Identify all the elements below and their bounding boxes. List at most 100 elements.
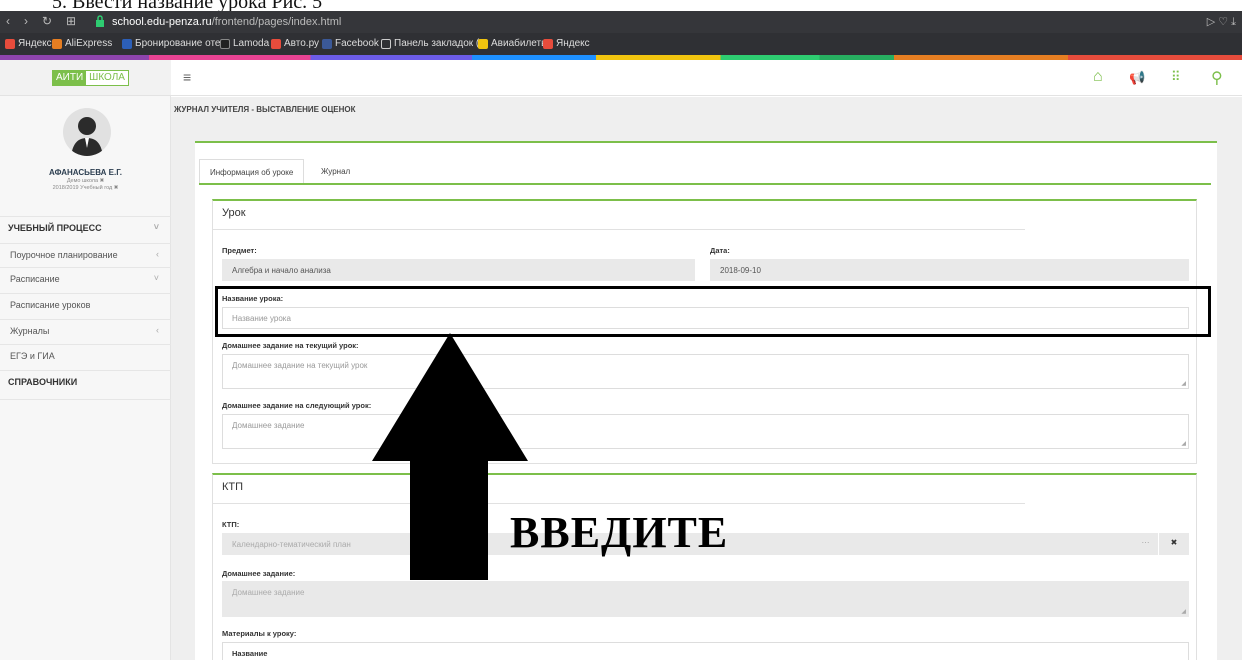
sidebar-item-references[interactable]: СПРАВОЧНИКИ xyxy=(0,370,171,400)
subject-label: Предмет: xyxy=(222,246,257,255)
lesson-card-title: Урок xyxy=(222,207,246,219)
booking-icon xyxy=(122,38,132,49)
plane-icon xyxy=(478,38,488,49)
browser-extension-icons[interactable]: ▷ ♡ ⤓ xyxy=(1207,15,1236,29)
lamoda-icon xyxy=(220,38,230,49)
ktp-label: КТП: xyxy=(222,520,240,529)
chevron-left-icon: ‹ xyxy=(156,325,159,335)
bookmark-folder[interactable]: Панель закладок ( xyxy=(381,38,479,49)
sidebar-item-label: Расписание xyxy=(10,274,60,284)
app-topbar: ≡ ⌂ 📢 ⠿ ⚲ xyxy=(171,60,1242,96)
megaphone-icon[interactable]: 📢 xyxy=(1129,70,1145,86)
ktp-card: КТП КТП: Календарно-тематический план ··… xyxy=(212,473,1197,660)
url-path: /frontend/pages/index.html xyxy=(211,16,342,28)
up-arrow-icon xyxy=(372,333,528,580)
avatar xyxy=(63,108,111,156)
document-caption: 5. Ввести название урока Рис. 5 xyxy=(0,0,1242,11)
reload-icon[interactable]: ↻ xyxy=(42,14,52,28)
bookmark-label: Facebook xyxy=(335,38,379,49)
app-logo[interactable]: АИТИ ШКОЛА xyxy=(52,70,129,86)
divider xyxy=(213,503,1025,504)
sidebar-item-learning-process[interactable]: УЧЕБНЫЙ ПРОЦЕСС ˅ xyxy=(0,216,171,238)
sidebar-item-lesson-planning[interactable]: Поурочное планирование ‹ xyxy=(0,243,171,265)
folder-icon xyxy=(381,38,391,49)
ktp-hw-textarea[interactable]: Домашнее задание ◢ xyxy=(222,581,1189,617)
tab-lesson-info[interactable]: Информация об уроке xyxy=(199,159,305,185)
lesson-name-input[interactable]: Название урока xyxy=(222,307,1189,329)
chevron-left-icon: ‹ xyxy=(156,249,159,259)
bookmark-aviabilety[interactable]: Авиабилеты xyxy=(478,38,548,49)
ktp-browse-button[interactable]: ··· xyxy=(1133,533,1158,555)
subject-field[interactable]: Алгебра и начало анализа xyxy=(222,259,695,281)
lesson-card: Урок Предмет: Алгебра и начало анализа Д… xyxy=(212,199,1197,464)
sidebar-item-schedule[interactable]: Расписание ˅ xyxy=(0,267,171,289)
address-bar[interactable]: school.edu-penza.ru/frontend/pages/index… xyxy=(112,16,341,28)
hw-current-textarea[interactable]: Домашнее задание на текущий урок ◢ xyxy=(222,354,1189,389)
sidebar-item-journals[interactable]: Журналы ‹ xyxy=(0,319,171,341)
bookmark-facebook[interactable]: Facebook xyxy=(322,38,379,49)
hw-next-label: Домашнее задание на следующий урок: xyxy=(222,401,372,410)
materials-label: Материалы к уроку: xyxy=(222,629,297,638)
sidebar-item-label: УЧЕБНЫЙ ПРОЦЕСС xyxy=(8,223,102,233)
hw-current-placeholder: Домашнее задание на текущий урок xyxy=(232,361,368,370)
yandex-icon xyxy=(5,38,15,49)
apps-icon[interactable]: ⠿ xyxy=(1171,69,1181,85)
sidebar-item-label: Журналы xyxy=(10,326,50,336)
school-year[interactable]: 2018/2019 Учебный год ✖ xyxy=(0,185,171,191)
facebook-icon xyxy=(322,38,332,49)
bookmark-autoru[interactable]: Авто.ру xyxy=(271,38,319,49)
sidebar-item-ege-gia[interactable]: ЕГЭ и ГИА xyxy=(0,344,171,366)
back-icon[interactable]: ‹ xyxy=(6,14,10,28)
bookmark-aliexpress[interactable]: AliExpress xyxy=(52,38,112,49)
search-icon[interactable]: ⚲ xyxy=(1211,68,1223,88)
ktp-card-title: КТП xyxy=(222,481,244,493)
bookmark-label: Авто.ру xyxy=(284,38,320,49)
forward-icon[interactable]: › xyxy=(24,14,28,28)
logo-area: АИТИ ШКОЛА xyxy=(0,60,171,96)
chevron-down-icon: ˅ xyxy=(153,222,159,232)
bookmark-label: Бронирование отел xyxy=(135,38,227,49)
bookmark-booking[interactable]: Бронирование отел xyxy=(122,38,226,49)
ktp-hw-placeholder: Домашнее задание xyxy=(232,588,305,597)
bookmark-label: Яндекс xyxy=(556,38,590,49)
browser-toolbar: ‹ › ↻ ⊞ school.edu-penza.ru/frontend/pag… xyxy=(0,11,1242,33)
apps-grid-icon[interactable]: ⊞ xyxy=(66,14,76,28)
hw-next-placeholder: Домашнее задание xyxy=(232,421,305,430)
home-icon[interactable]: ⌂ xyxy=(1093,68,1103,86)
user-silhouette-icon xyxy=(71,117,103,156)
bookmark-yandex[interactable]: Яндекс xyxy=(5,38,52,49)
autoru-icon xyxy=(271,38,281,49)
resize-handle-icon[interactable]: ◢ xyxy=(1181,440,1186,447)
bookmarks-bar: Яндекс AliExpress Бронирование отел Lamo… xyxy=(0,33,1242,55)
resize-handle-icon[interactable]: ◢ xyxy=(1181,608,1186,615)
sidebar-item-label: СПРАВОЧНИКИ xyxy=(8,377,78,387)
bookmark-label: Lamoda xyxy=(233,38,270,49)
lesson-name-label: Название урока: xyxy=(222,294,284,303)
date-label: Дата: xyxy=(710,246,730,255)
user-name: АФАНАСЬЕВА Е.Г. xyxy=(49,168,122,177)
chevron-down-icon: ˅ xyxy=(153,273,159,283)
sidebar-item-lesson-schedule[interactable]: Расписание уроков xyxy=(0,293,171,315)
menu-icon[interactable]: ≡ xyxy=(183,69,191,85)
journal-panel: Информация об уроке Журнал Урок Предмет:… xyxy=(195,141,1217,660)
annotation-text: ВВЕДИТЕ xyxy=(510,508,729,557)
bookmark-lamoda[interactable]: Lamoda xyxy=(220,38,269,49)
ktp-clear-icon[interactable]: ✖ xyxy=(1159,533,1189,555)
school-name[interactable]: Демо школа ✖ xyxy=(0,178,171,184)
main-content: ЖУРНАЛ УЧИТЕЛЯ - ВЫСТАВЛЕНИЕ ОЦЕНОК Инфо… xyxy=(171,97,1242,660)
lock-icon xyxy=(96,15,104,27)
hw-next-textarea[interactable]: Домашнее задание ◢ xyxy=(222,414,1189,449)
bookmark-label: Панель закладок ( xyxy=(394,38,480,49)
url-host: school.edu-penza.ru xyxy=(112,16,212,28)
bookmark-label: Авиабилеты xyxy=(491,38,549,49)
divider xyxy=(213,229,1025,230)
tab-journal[interactable]: Журнал xyxy=(311,159,360,185)
tab-divider xyxy=(199,183,1211,185)
caption-text: 5. Ввести название урока Рис. 5 xyxy=(52,0,323,11)
date-field[interactable]: 2018-09-10 xyxy=(710,259,1189,281)
aliexpress-icon xyxy=(52,38,62,49)
logo-part2: ШКОЛА xyxy=(86,71,128,85)
resize-handle-icon[interactable]: ◢ xyxy=(1181,380,1186,387)
bookmark-yandex-2[interactable]: Яндекс xyxy=(543,38,590,49)
sidebar-item-label: ЕГЭ и ГИА xyxy=(10,351,55,361)
